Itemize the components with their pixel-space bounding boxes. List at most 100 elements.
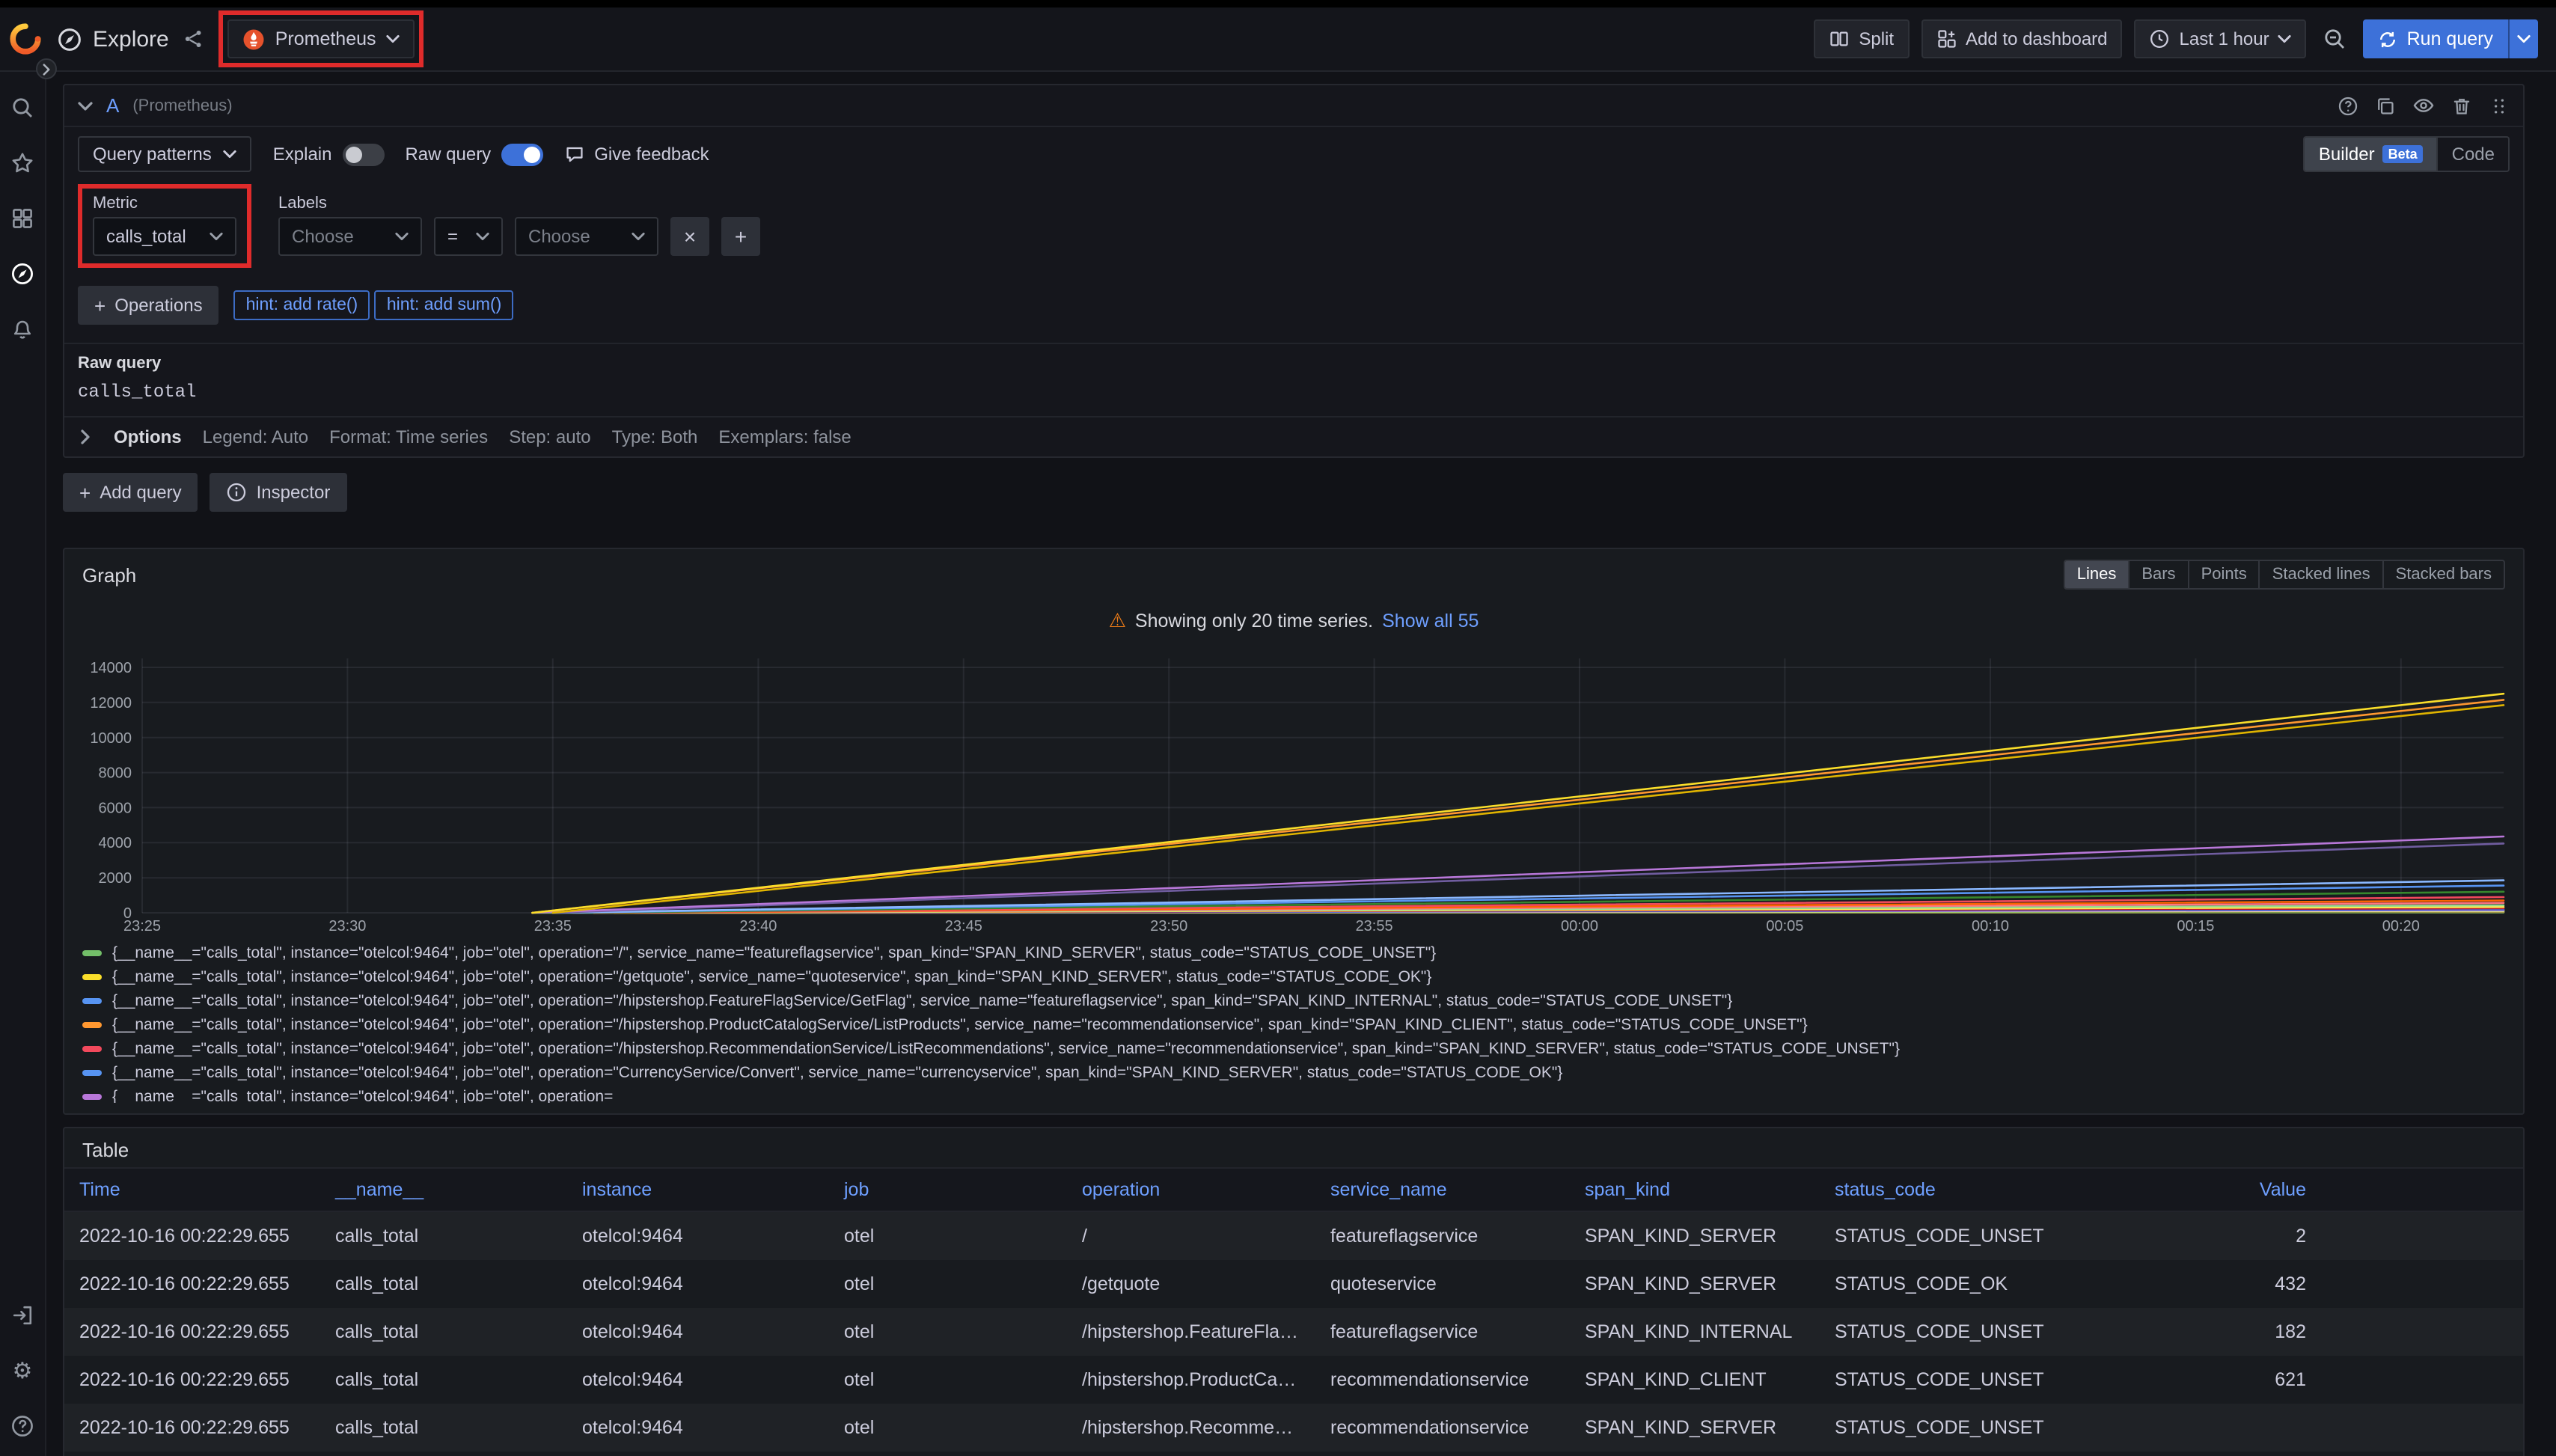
remove-query-button[interactable] (2451, 95, 2472, 116)
share-alt-icon[interactable] (183, 28, 204, 49)
grafana-logo[interactable] (9, 22, 42, 55)
time-range-picker[interactable]: Last 1 hour (2135, 19, 2307, 58)
sidebar-expand-button[interactable] (36, 58, 57, 79)
table-header-status-code[interactable]: status_code (1820, 1169, 2082, 1211)
metric-select[interactable]: calls_total (93, 217, 236, 256)
table-row: 2022-10-16 00:22:29.655calls_totalotelco… (64, 1260, 2523, 1308)
table-cell: otelcol:9464 (567, 1356, 829, 1404)
explain-toggle[interactable] (342, 143, 384, 165)
search-icon[interactable] (10, 96, 34, 120)
table-cell: 2022-10-16 00:22:29.655 (64, 1404, 320, 1452)
compass-icon (57, 26, 82, 52)
add-operation-button[interactable]: + Operations (78, 286, 219, 325)
sidebar-item-explore[interactable] (10, 262, 34, 286)
legend-item[interactable]: {__name__="calls_total", instance="otelc… (82, 1085, 2505, 1103)
option-summary-item: Type: Both (612, 426, 698, 447)
table-header-span-kind[interactable]: span_kind (1570, 1169, 1820, 1211)
table-cell: otel (829, 1212, 1067, 1260)
trash-icon (2451, 95, 2472, 116)
query-row-header[interactable]: A (Prometheus) (64, 85, 2523, 127)
inspector-button[interactable]: Inspector (210, 473, 347, 512)
close-icon: × (684, 224, 696, 248)
show-all-series-link[interactable]: Show all 55 (1382, 611, 1479, 631)
query-hint-chip[interactable]: hint: add rate() (234, 290, 370, 320)
raw-query-toggle-group: Raw query (405, 143, 543, 165)
table-cell: /getquote (1067, 1260, 1315, 1308)
star-icon[interactable] (10, 151, 34, 175)
options-row[interactable]: Options Legend: AutoFormat: Time seriesS… (64, 416, 2523, 456)
duplicate-query-button[interactable] (2375, 95, 2396, 116)
svg-text:14000: 14000 (90, 660, 132, 676)
builder-mode-button[interactable]: Builder Beta (2305, 138, 2437, 171)
add-query-button[interactable]: + Add query (63, 473, 198, 512)
give-feedback-button[interactable]: Give feedback (564, 144, 709, 165)
svg-text:23:55: 23:55 (1356, 918, 1393, 934)
help-icon[interactable] (10, 1414, 34, 1438)
add-to-dashboard-button[interactable]: Add to dashboard (1921, 19, 2123, 58)
legend-item[interactable]: {__name__="calls_total", instance="otelc… (82, 1013, 2505, 1037)
collapse-chevron-icon[interactable] (78, 101, 93, 110)
option-summary-item: Exemplars: false (718, 426, 851, 447)
query-help-button[interactable] (2338, 95, 2358, 116)
raw-query-toggle[interactable] (501, 143, 543, 165)
query-hint-chip[interactable]: hint: add sum() (375, 290, 513, 320)
layout: ⚙ A (Prometheus) (0, 72, 2556, 1456)
sign-in-icon[interactable] (10, 1303, 34, 1327)
time-series-chart[interactable]: 0200040006000800010000120001400023:2523:… (64, 637, 2523, 938)
graph-mode-bars[interactable]: Bars (2128, 561, 2187, 588)
legend-label: {__name__="calls_total", instance="otelc… (112, 992, 1732, 1010)
top-strip (0, 0, 2556, 7)
legend-item[interactable]: {__name__="calls_total", instance="otelc… (82, 1061, 2505, 1085)
table-cell: calls_total (320, 1356, 567, 1404)
help-circle-icon (2338, 95, 2358, 116)
columns-icon (1829, 28, 1850, 49)
run-query-dropdown[interactable] (2508, 19, 2538, 58)
page-title: Explore (93, 26, 169, 52)
table-header-value[interactable]: Value (2082, 1169, 2321, 1211)
legend-item[interactable]: {__name__="calls_total", instance="otelc… (82, 965, 2505, 989)
svg-text:00:20: 00:20 (2382, 918, 2420, 934)
chevron-down-icon (632, 232, 645, 241)
label-operator-select[interactable]: = (434, 217, 503, 256)
table-header-job[interactable]: job (829, 1169, 1067, 1211)
table-cell: /hipstershop.ProductCatalogService/ListP… (1067, 1356, 1315, 1404)
legend-item[interactable]: {__name__="calls_total", instance="otelc… (82, 1037, 2505, 1061)
table-header-instance[interactable]: instance (567, 1169, 829, 1211)
legend-item[interactable]: {__name__="calls_total", instance="otelc… (82, 989, 2505, 1013)
svg-text:00:05: 00:05 (1766, 918, 1803, 934)
table-cell: otel (829, 1260, 1067, 1308)
table-header-operation[interactable]: operation (1067, 1169, 1315, 1211)
apps-icon[interactable] (10, 207, 34, 230)
hide-response-button[interactable] (2412, 94, 2435, 117)
split-button[interactable]: Split (1814, 19, 1909, 58)
datasource-picker[interactable]: Prometheus (227, 19, 415, 58)
graph-mode-lines[interactable]: Lines (2065, 561, 2129, 588)
drag-handle[interactable] (2489, 95, 2510, 116)
table-header-service-name[interactable]: service_name (1315, 1169, 1570, 1211)
remove-label-filter-button[interactable]: × (670, 217, 709, 256)
legend-label: {__name__="calls_total", instance="otelc… (112, 968, 1431, 986)
add-label-filter-button[interactable]: + (721, 217, 760, 256)
zoom-out-button[interactable] (2319, 27, 2352, 51)
run-query-button[interactable]: Run query (2364, 19, 2508, 58)
table-cell-spacer (2321, 1356, 2523, 1404)
graph-mode-points[interactable]: Points (2188, 561, 2259, 588)
table-header-time[interactable]: Time (64, 1169, 320, 1211)
eye-icon (2412, 94, 2435, 117)
bell-icon[interactable] (10, 317, 34, 341)
table-row: 2022-10-16 00:22:29.655calls_totalotelco… (64, 1212, 2523, 1260)
table-cell: featureflagservice (1315, 1308, 1570, 1356)
graph-mode-stacked-bars[interactable]: Stacked bars (2382, 561, 2504, 588)
code-mode-button[interactable]: Code (2437, 138, 2508, 171)
gear-icon[interactable]: ⚙ (10, 1359, 34, 1383)
search-minus-icon (2323, 27, 2347, 51)
table-panel-header: Table (64, 1128, 2523, 1161)
table-header--name-[interactable]: __name__ (320, 1169, 567, 1211)
table-cell: 2022-10-16 00:22:29.655 (64, 1308, 320, 1356)
label-key-select[interactable]: Choose (278, 217, 422, 256)
legend-item[interactable]: {__name__="calls_total", instance="otelc… (82, 941, 2505, 965)
query-patterns-dropdown[interactable]: Query patterns (78, 136, 252, 172)
graph-mode-stacked-lines[interactable]: Stacked lines (2259, 561, 2382, 588)
label-value-select[interactable]: Choose (515, 217, 658, 256)
table-cell: otel (829, 1404, 1067, 1452)
